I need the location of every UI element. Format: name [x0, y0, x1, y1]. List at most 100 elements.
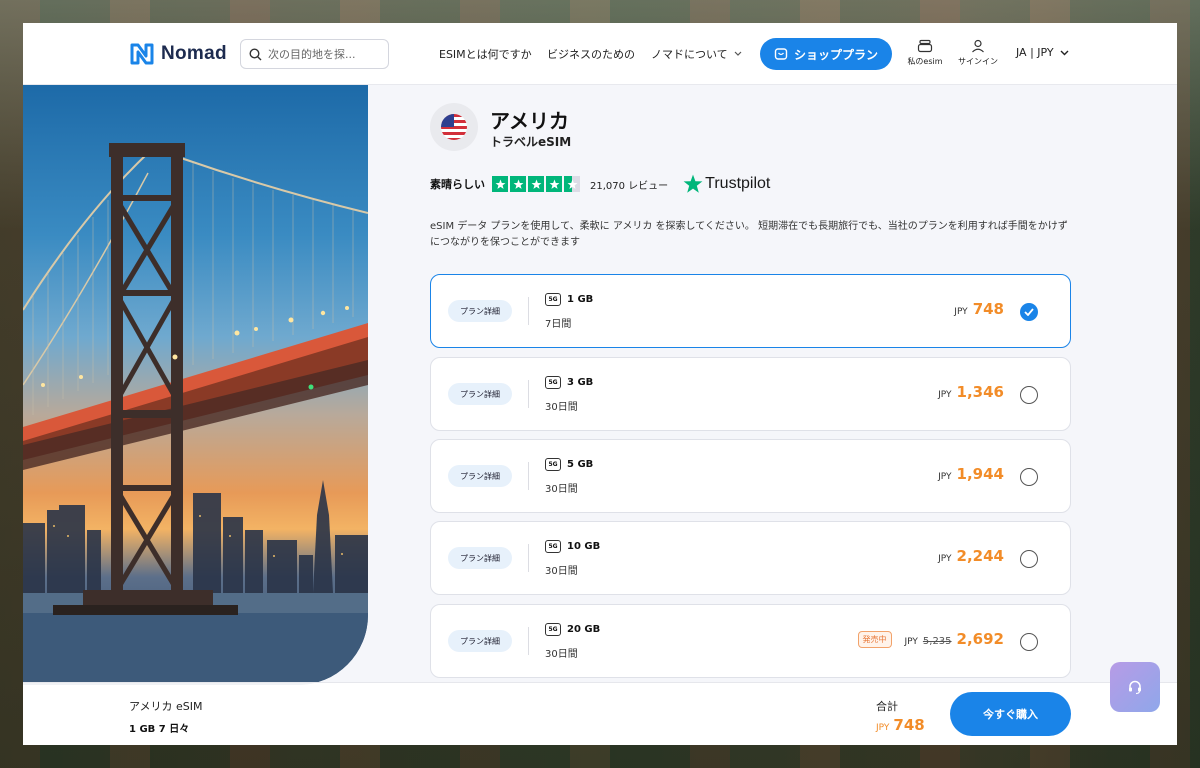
checkout-bar: アメリカ eSIM 1 GB 7 日々 合計 JPY 748 今すぐ購入 — [23, 682, 1177, 745]
plan-price: JPY 1,346 — [938, 383, 1004, 401]
sign-in-button[interactable]: サインイン — [953, 39, 1003, 67]
star-icon — [492, 176, 508, 192]
plan-radio[interactable] — [1020, 386, 1038, 404]
site-header: Nomad ESIMとは何ですか ビジネスのための ノマドについて ショッププラ… — [23, 23, 1177, 85]
plan-detail-button[interactable]: プラン詳細 — [448, 465, 512, 487]
search-input[interactable] — [268, 47, 378, 61]
headset-icon — [1129, 680, 1141, 695]
total-amount: 748 — [893, 716, 925, 734]
plan-radio[interactable] — [1020, 468, 1038, 486]
plan-radio-checked[interactable] — [1020, 303, 1038, 321]
rating-stars — [492, 176, 580, 192]
nomad-logo-icon — [130, 43, 154, 65]
plan-price: 発売中 JPY 5,235 2,692 — [857, 630, 1004, 650]
store-icon — [774, 48, 788, 60]
plan-detail-button[interactable]: プラン詳細 — [448, 547, 512, 569]
search-icon — [249, 47, 262, 60]
nomad-logo[interactable]: Nomad — [129, 42, 227, 66]
plan-option-10gb[interactable]: プラン詳細 5G 10 GB 30日間 JPY 2,244 — [430, 521, 1071, 595]
selected-product-name: アメリカ eSIM — [129, 700, 203, 713]
browser-page: Nomad ESIMとは何ですか ビジネスのための ノマドについて ショッププラ… — [23, 23, 1177, 745]
plan-detail-button[interactable]: プラン詳細 — [448, 630, 512, 652]
chevron-down-icon — [734, 51, 742, 56]
chevron-down-icon — [1060, 50, 1069, 55]
plan-option-3gb[interactable]: プラン詳細 5G 3 GB 30日間 JPY 1,346 — [430, 357, 1071, 431]
plan-divider — [528, 297, 529, 325]
5g-badge-icon: 5G — [545, 458, 561, 471]
bridge-illustration — [23, 143, 368, 685]
rating-word: 素晴らしい — [430, 178, 485, 191]
star-icon — [510, 176, 526, 192]
price-amount: 2,692 — [956, 630, 1004, 648]
language-currency-selector[interactable]: JA | JPY — [1016, 46, 1069, 59]
plan-price: JPY 2,244 — [938, 547, 1004, 565]
price-currency: JPY — [938, 554, 952, 564]
page-subtitle: トラベルeSIM — [490, 135, 572, 149]
trustpilot-logo: Trustpilot — [683, 174, 770, 194]
review-count: 21,070 レビュー — [590, 180, 669, 192]
half-star-icon — [564, 176, 580, 192]
plan-divider — [528, 462, 529, 490]
us-flag-icon — [441, 114, 467, 140]
plan-validity: 30日間 — [545, 402, 578, 413]
plan-divider — [528, 627, 529, 655]
user-icon — [972, 39, 984, 53]
plan-radio[interactable] — [1020, 633, 1038, 651]
nav-what-is-esim[interactable]: ESIMとは何ですか — [439, 46, 532, 62]
plan-option-20gb[interactable]: プラン詳細 5G 20 GB 30日間 発売中 JPY 5,235 2,692 — [430, 604, 1071, 678]
plan-option-1gb[interactable]: プラン詳細 5G 1 GB 7日間 JPY 748 — [430, 274, 1071, 348]
total-label: 合計 — [876, 700, 898, 713]
star-icon — [528, 176, 544, 192]
check-icon — [1024, 308, 1034, 316]
plan-data-amount: 5G 3 GB — [545, 376, 593, 389]
plan-detail-button[interactable]: プラン詳細 — [448, 300, 512, 322]
plan-validity: 30日間 — [545, 566, 578, 577]
plan-data-amount: 5G 10 GB — [545, 540, 600, 553]
nav-about[interactable]: ノマドについて — [651, 46, 742, 62]
price-currency: JPY — [954, 307, 968, 317]
plan-validity: 30日間 — [545, 649, 578, 660]
plan-validity: 30日間 — [545, 484, 578, 495]
my-esim-button[interactable]: 私のesim — [900, 39, 950, 67]
star-icon — [546, 176, 562, 192]
buy-now-button[interactable]: 今すぐ購入 — [950, 692, 1071, 736]
plan-radio[interactable] — [1020, 550, 1038, 568]
nav-business[interactable]: ビジネスのための — [547, 46, 635, 62]
destination-search[interactable] — [240, 39, 389, 69]
original-price: 5,235 — [922, 636, 952, 647]
trustpilot-text: Trustpilot — [705, 175, 771, 192]
destination-hero-image — [23, 85, 368, 685]
plan-data-label: 1 GB — [567, 294, 594, 305]
trustpilot-star-icon — [683, 174, 703, 193]
plan-divider — [528, 544, 529, 572]
esim-stack-icon — [917, 39, 933, 53]
plan-divider — [528, 380, 529, 408]
my-esim-label: 私のesim — [907, 57, 943, 66]
selected-plan-summary: 1 GB 7 日々 — [129, 724, 190, 735]
plan-data-label: 10 GB — [567, 541, 601, 552]
total-price: JPY 748 — [876, 716, 925, 734]
plan-data-amount: 5G 20 GB — [545, 623, 600, 636]
nav-about-label: ノマドについて — [651, 48, 728, 61]
plan-data-amount: 5G 5 GB — [545, 458, 593, 471]
price-currency: JPY — [904, 637, 918, 647]
trustpilot-rating[interactable]: 素晴らしい 21,070 レビュー Trustpilot — [430, 174, 770, 194]
plan-option-5gb[interactable]: プラン詳細 5G 5 GB 30日間 JPY 1,944 — [430, 439, 1071, 513]
5g-badge-icon: 5G — [545, 540, 561, 553]
product-description: eSIM データ プランを使用して、柔軟に アメリカ を探索してください。 短期… — [430, 221, 1068, 248]
plan-data-label: 3 GB — [567, 377, 594, 388]
plan-price: JPY 748 — [954, 300, 1004, 318]
plan-detail-button[interactable]: プラン詳細 — [448, 383, 512, 405]
shop-plan-button[interactable]: ショッププラン — [760, 38, 892, 70]
shop-plan-label: ショッププラン — [793, 47, 878, 62]
price-currency: JPY — [938, 390, 952, 400]
page-title: アメリカ — [490, 109, 569, 133]
sale-badge: 発売中 — [857, 631, 892, 648]
sign-in-label: サインイン — [958, 57, 998, 66]
plan-data-amount: 5G 1 GB — [545, 293, 593, 306]
price-amount: 1,346 — [956, 383, 1004, 401]
support-chat-button[interactable] — [1110, 662, 1160, 712]
logo-text: Nomad — [161, 43, 227, 64]
plan-price: JPY 1,944 — [938, 465, 1004, 483]
price-amount: 2,244 — [956, 547, 1004, 565]
